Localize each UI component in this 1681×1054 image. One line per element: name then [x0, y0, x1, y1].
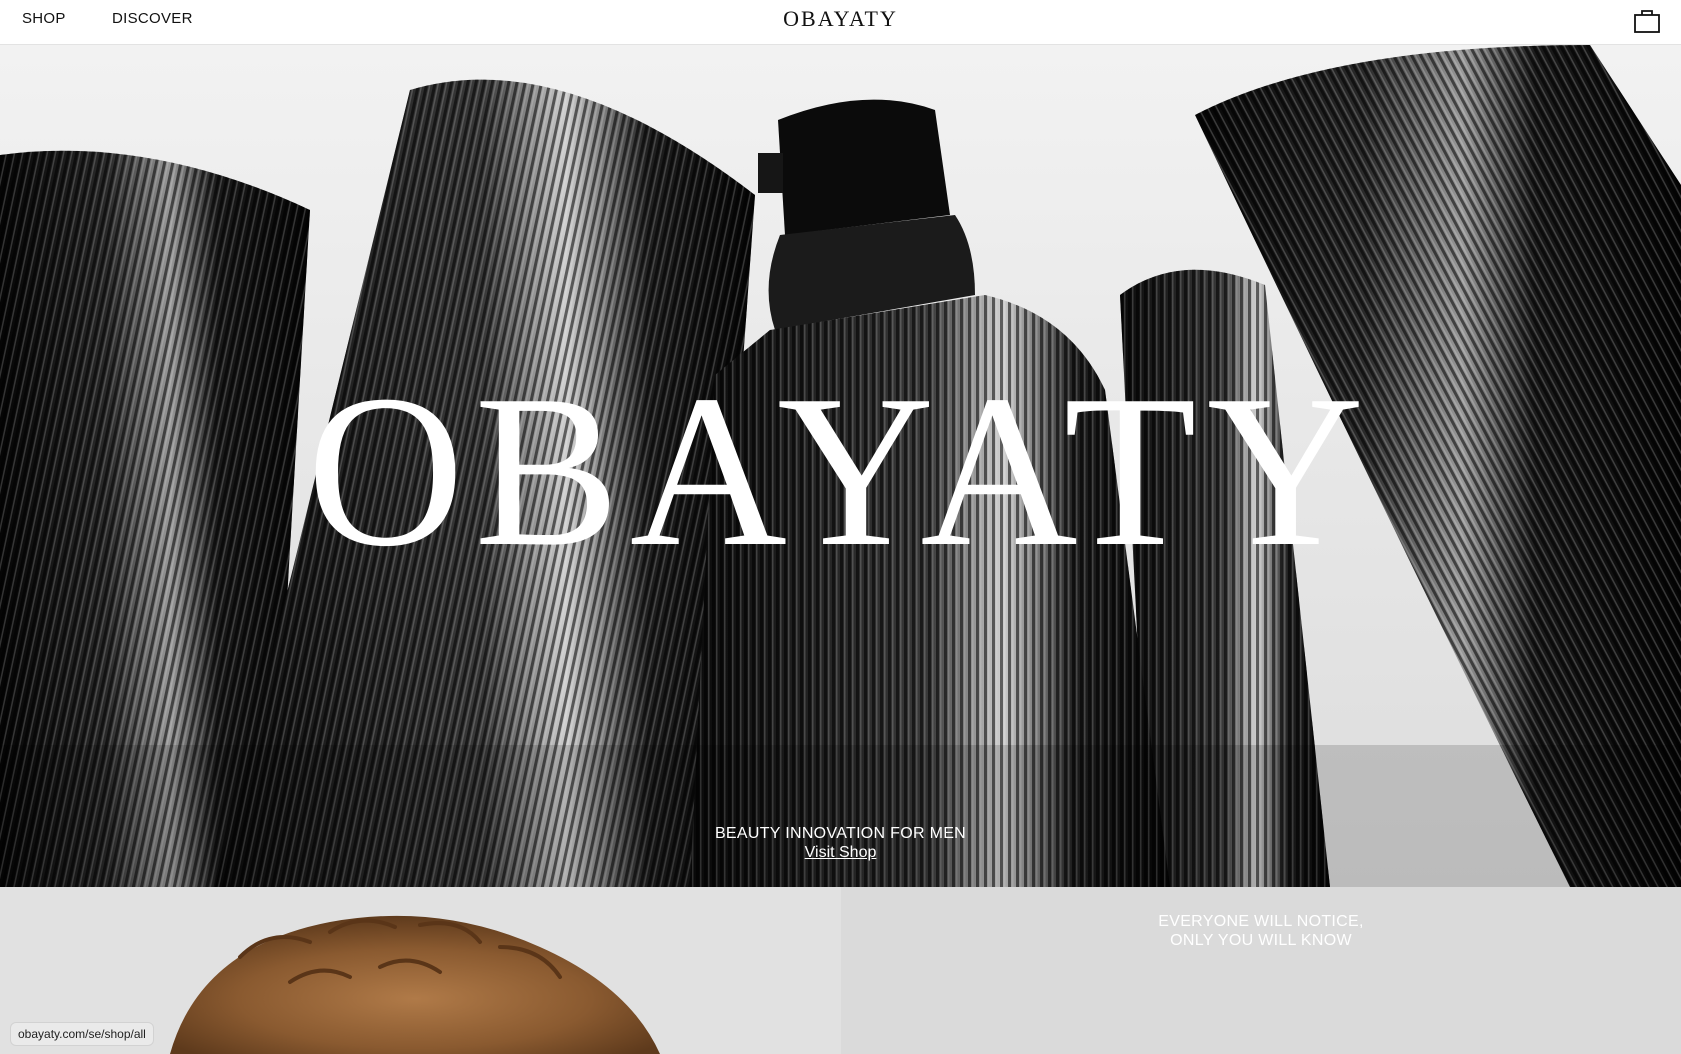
- hero-title: OBAYATY: [306, 351, 1375, 592]
- promo-heading-line2: ONLY YOU WILL KNOW: [1170, 932, 1352, 949]
- promo-text-panel: EVERYONE WILL NOTICE, ONLY YOU WILL KNOW: [841, 887, 1681, 1054]
- site-header: SHOP DISCOVER OBAYATY: [0, 0, 1681, 45]
- promo-heading-line1: EVERYONE WILL NOTICE,: [1158, 913, 1364, 930]
- nav-discover-link[interactable]: DISCOVER: [112, 10, 193, 27]
- header-logo[interactable]: OBAYATY: [783, 6, 898, 31]
- hero-tagline: BEAUTY INNOVATION FOR MEN: [714, 825, 967, 842]
- header-logo-wrap: OBAYATY: [0, 6, 1681, 32]
- hero-banner: OBAYATY BEAUTY INNOVATION FOR MEN Visit …: [0, 45, 1681, 887]
- nav-shop-link[interactable]: SHOP: [22, 10, 66, 27]
- visit-shop-link[interactable]: Visit Shop: [805, 844, 877, 861]
- shopping-bag-icon[interactable]: [1633, 8, 1661, 34]
- promo-heading: EVERYONE WILL NOTICE, ONLY YOU WILL KNOW: [841, 912, 1681, 950]
- status-bar-url: obayaty.com/se/shop/all: [10, 1022, 154, 1046]
